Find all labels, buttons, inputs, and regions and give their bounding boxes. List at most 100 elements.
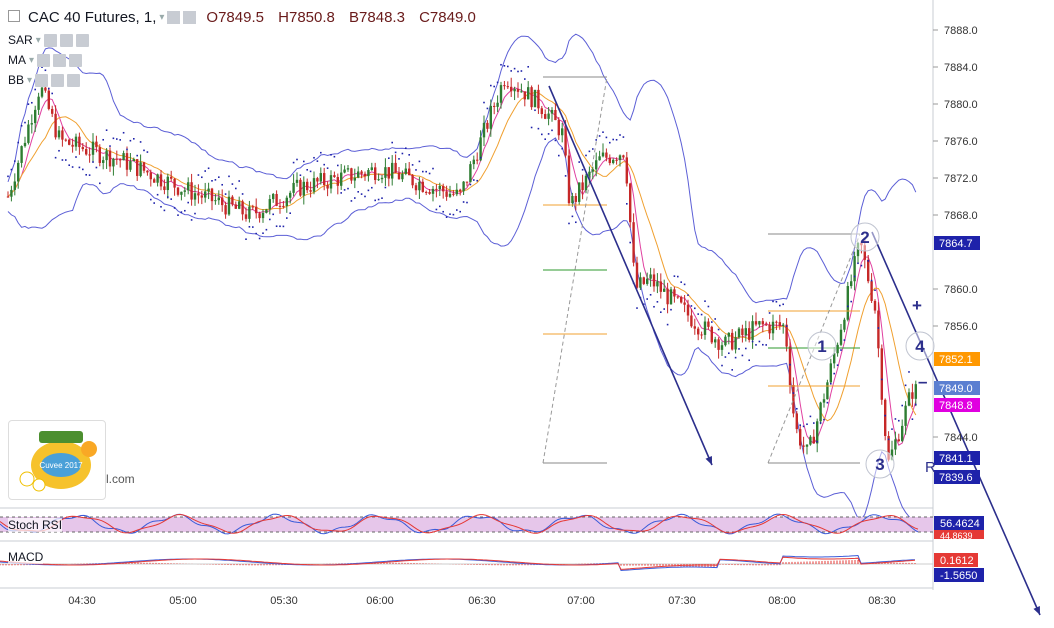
candle-body bbox=[639, 277, 642, 288]
candle-body bbox=[51, 108, 54, 114]
sar-dot bbox=[194, 212, 196, 215]
candle-body bbox=[459, 189, 462, 192]
candle-body bbox=[61, 130, 64, 140]
candle-body bbox=[98, 147, 101, 163]
stoch-value-2: 44.8639 bbox=[940, 531, 973, 541]
x-tick-label: 06:30 bbox=[468, 595, 496, 607]
sar-dot bbox=[282, 225, 285, 228]
candle-body bbox=[683, 302, 686, 305]
candle-body bbox=[207, 188, 210, 192]
close-icon[interactable] bbox=[75, 33, 89, 47]
sar-dot bbox=[24, 121, 26, 124]
sar-dot bbox=[738, 348, 740, 350]
close-icon[interactable] bbox=[67, 73, 81, 87]
stoch-value-1: 56.4624 bbox=[940, 518, 980, 530]
sar-dot bbox=[54, 156, 57, 159]
wave-label: 3 bbox=[875, 455, 884, 474]
sar-dot bbox=[197, 174, 200, 176]
candle-body bbox=[340, 172, 343, 186]
candle-body bbox=[765, 324, 768, 326]
close-icon[interactable] bbox=[69, 53, 83, 67]
eye-icon[interactable] bbox=[35, 73, 49, 87]
sar-dot bbox=[598, 135, 601, 137]
chevron-down-icon[interactable]: ▾ bbox=[29, 55, 34, 66]
stoch-rsi-label[interactable]: Stoch RSI bbox=[8, 518, 63, 532]
candle-body bbox=[659, 281, 662, 292]
candle-body bbox=[282, 205, 285, 207]
chart-area[interactable]: 56.4624 44.8639 0.1612 -1.5650 7888.0 7884.… bbox=[0, 0, 1054, 623]
sar-dot bbox=[391, 141, 393, 144]
close-value: C7849.0 bbox=[419, 8, 476, 26]
candle-body bbox=[452, 193, 455, 195]
sar-dot bbox=[350, 200, 353, 202]
sar-dot bbox=[258, 237, 261, 240]
indicator-sar[interactable]: SAR ▾ bbox=[8, 31, 89, 49]
sar-dot bbox=[534, 109, 536, 112]
settings-icon[interactable] bbox=[183, 10, 197, 24]
sar-dot bbox=[619, 134, 621, 136]
minus-icon[interactable]: – bbox=[918, 372, 927, 391]
candle-body bbox=[703, 321, 707, 335]
candle-body bbox=[129, 161, 132, 170]
candle-body bbox=[595, 160, 598, 170]
sar-dot bbox=[663, 308, 665, 310]
candle-body bbox=[370, 167, 373, 171]
sar-dot bbox=[65, 159, 67, 161]
plus-icon[interactable]: + bbox=[912, 296, 922, 315]
indicator-bb[interactable]: BB ▾ bbox=[8, 71, 81, 89]
settings-icon[interactable] bbox=[59, 33, 73, 47]
chevron-down-icon[interactable]: ▾ bbox=[27, 75, 32, 86]
sar-dot bbox=[728, 352, 730, 355]
price-chart[interactable]: 56.462444.8639 0.1612 -1.5650 7888.0 7884.… bbox=[0, 0, 1054, 623]
candle-body bbox=[897, 439, 900, 442]
sar-dot bbox=[10, 168, 13, 171]
sar-dot bbox=[398, 158, 400, 160]
candle-body bbox=[346, 168, 350, 170]
candle-body bbox=[788, 346, 792, 386]
sar-dot bbox=[323, 163, 325, 166]
candle-body bbox=[421, 181, 424, 192]
macd-label[interactable]: MACD bbox=[8, 550, 44, 564]
sar-dot bbox=[585, 154, 587, 157]
candle-body bbox=[873, 300, 877, 311]
logo-domain-text: l.com bbox=[106, 472, 135, 486]
candle-body bbox=[387, 167, 390, 179]
candle-body bbox=[119, 159, 122, 161]
candle-body bbox=[693, 326, 696, 329]
sar-dot bbox=[133, 138, 135, 140]
candle-body bbox=[411, 175, 414, 186]
price-tag-label: 7864.7 bbox=[939, 238, 973, 250]
symbol-title[interactable]: CAC 40 Futures, 1, bbox=[28, 9, 156, 26]
candle-body bbox=[391, 162, 394, 179]
eye-icon[interactable] bbox=[37, 53, 51, 67]
candle-body bbox=[608, 157, 611, 164]
sar-dot bbox=[799, 424, 801, 426]
chevron-down-icon[interactable]: ▾ bbox=[36, 35, 41, 46]
indicator-ma[interactable]: MA ▾ bbox=[8, 51, 83, 69]
candle-body bbox=[527, 87, 530, 100]
eye-icon[interactable] bbox=[43, 33, 57, 47]
sar-dot bbox=[476, 179, 478, 182]
x-tick-label: 08:00 bbox=[768, 595, 796, 607]
candle-body bbox=[771, 321, 775, 334]
candle-body bbox=[139, 162, 142, 176]
candle-body bbox=[727, 332, 730, 337]
candle-body bbox=[710, 326, 713, 343]
sar-dot bbox=[578, 161, 580, 163]
settings-icon[interactable] bbox=[51, 73, 65, 87]
candle-body bbox=[666, 288, 669, 305]
sar-dot bbox=[473, 179, 475, 181]
sar-dot bbox=[649, 293, 652, 296]
chevron-down-icon[interactable]: ▾ bbox=[159, 12, 164, 23]
sar-dot bbox=[745, 347, 747, 350]
sar-dot bbox=[71, 166, 74, 168]
sar-dot bbox=[772, 300, 774, 303]
y-tick-label: 7888.0 bbox=[944, 25, 978, 37]
sar-dot bbox=[306, 168, 308, 171]
sar-dot bbox=[537, 127, 540, 130]
eye-icon[interactable] bbox=[167, 10, 181, 24]
settings-icon[interactable] bbox=[53, 53, 67, 67]
sar-dot bbox=[377, 198, 380, 201]
sar-dot bbox=[813, 422, 815, 424]
sar-dot bbox=[303, 160, 305, 163]
